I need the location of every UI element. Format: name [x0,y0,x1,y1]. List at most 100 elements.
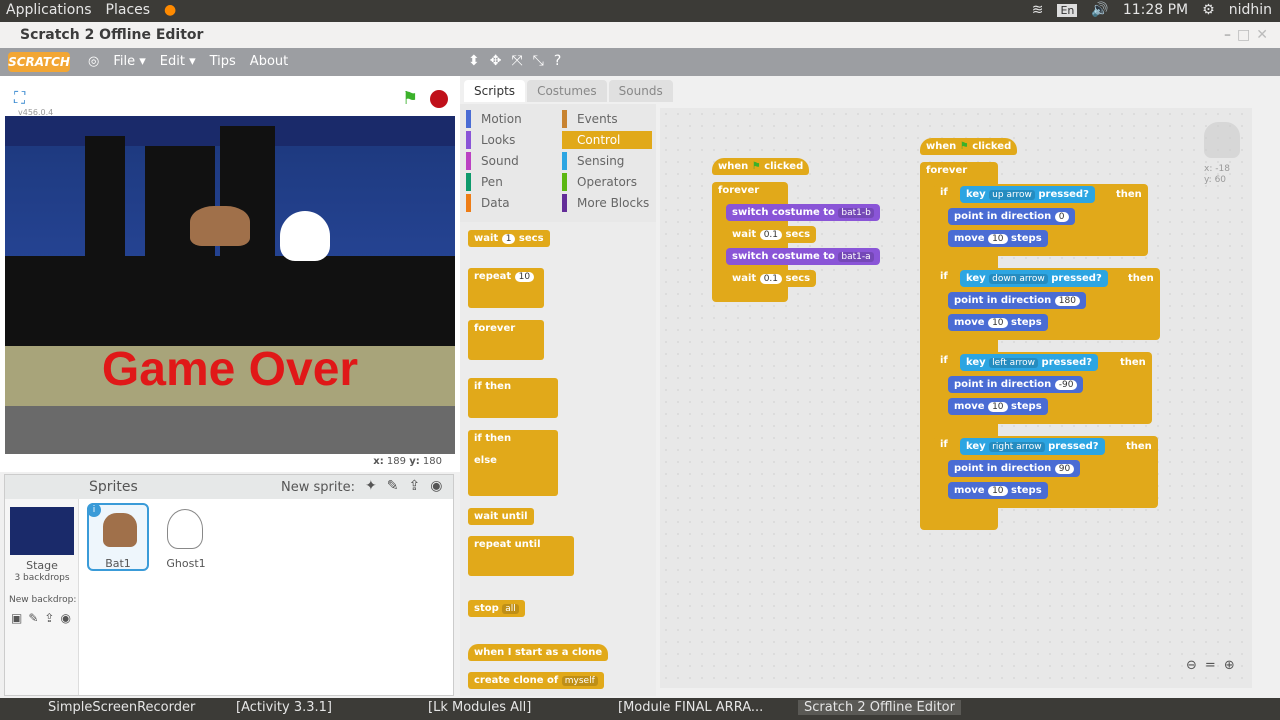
block-repeat[interactable]: repeat 10 [468,268,544,308]
block-move[interactable]: move 10 steps [948,314,1048,331]
block-when-clone[interactable]: when I start as a clone [468,644,609,661]
zoom-reset-icon[interactable]: = [1205,658,1216,673]
bat-sprite[interactable] [190,206,250,246]
tab-sounds[interactable]: Sounds [608,80,673,102]
duplicate-icon[interactable]: ⬍ [468,53,480,69]
minimize-icon[interactable]: – [1224,27,1231,43]
block-key-pressed[interactable]: key down arrow pressed? [960,270,1108,287]
applications-menu[interactable]: Applications [6,2,92,18]
sprite-tile[interactable]: i Bat1 [87,503,149,571]
choose-sprite-icon[interactable]: ✦ [365,478,377,494]
block-repeat-until[interactable]: repeat until [468,536,574,576]
category-motion[interactable]: Motion [466,110,562,128]
file-menu[interactable]: File ▾ [113,54,145,69]
block-key-pressed[interactable]: key left arrow pressed? [960,354,1099,371]
block-wait-until[interactable]: wait until [468,508,534,525]
sprite-label: Ghost1 [166,557,206,570]
block-point-direction[interactable]: point in direction 180 [948,292,1086,309]
camera-backdrop-icon[interactable]: ◉ [60,611,70,625]
category-looks[interactable]: Looks [466,131,562,149]
info-icon[interactable]: i [87,503,101,517]
scratch-logo[interactable]: SCRATCH [8,52,70,72]
tab-costumes[interactable]: Costumes [527,80,607,102]
camera-icon[interactable]: ◉ [430,478,442,494]
category-pen[interactable]: Pen [466,173,562,191]
category-data[interactable]: Data [466,194,562,212]
hat-when-flag-clicked[interactable]: when ⚑ clicked [920,138,1018,155]
block-switch-costume[interactable]: switch costume to bat1-a [726,248,880,265]
clock[interactable]: 11:28 PM [1123,2,1188,18]
help-icon[interactable]: ? [554,53,561,69]
stop-icon[interactable] [430,90,448,108]
edit-menu[interactable]: Edit ▾ [160,54,196,69]
window-titlebar: Scratch 2 Offline Editor – □ ✕ [0,22,1280,48]
fullscreen-icon[interactable]: ⛶ [14,88,25,108]
about-menu[interactable]: About [250,54,288,69]
places-menu[interactable]: Places [106,2,151,18]
block-forever[interactable]: forever [468,320,544,360]
block-move[interactable]: move 10 steps [948,398,1048,415]
block-key-pressed[interactable]: key right arrow pressed? [960,438,1105,455]
block-wait[interactable]: wait 1 secs [468,230,550,247]
category-events[interactable]: Events [562,110,652,128]
stage-panel: ⛶ v456.0.4 ⚑ Game Over x: 189 y: 180 [0,76,460,472]
block-stop[interactable]: stop all [468,600,525,617]
paint-backdrop-icon[interactable]: ✎ [28,611,38,625]
hat-when-flag-clicked[interactable]: when ⚑ clicked [712,158,810,175]
keyboard-layout[interactable]: En [1057,3,1078,17]
close-icon[interactable]: ✕ [1256,27,1268,43]
block-move[interactable]: move 10 steps [948,482,1048,499]
block-point-direction[interactable]: point in direction 90 [948,460,1081,477]
tab-scripts[interactable]: Scripts [464,80,526,102]
globe-icon[interactable]: ◎ [88,54,99,69]
then-label: then [1126,441,1152,452]
block-key-pressed[interactable]: key up arrow pressed? [960,186,1095,203]
block-wait[interactable]: wait 0.1 secs [726,226,817,243]
task-activity[interactable]: [Activity 3.3.1] [236,700,332,715]
category-sensing[interactable]: Sensing [562,152,652,170]
tips-menu[interactable]: Tips [210,54,236,69]
category-operators[interactable]: Operators [562,173,652,191]
upload-backdrop-icon[interactable]: ⇪ [44,611,54,625]
sprite-label: Bat1 [105,557,131,570]
block-create-clone[interactable]: create clone of myself [468,672,604,689]
block-if[interactable]: if then [468,378,558,418]
gear-icon[interactable]: ⚙ [1202,2,1215,18]
ghost-sprite[interactable] [280,211,330,261]
green-flag-icon: ⚑ [959,141,969,152]
grow-icon[interactable]: ⤧ [511,53,522,69]
block-point-direction[interactable]: point in direction -90 [948,376,1084,393]
block-point-direction[interactable]: point in direction 0 [948,208,1075,225]
block-wait[interactable]: wait 0.1 secs [726,270,817,287]
task-lk-modules[interactable]: [Lk Modules All] [428,700,531,715]
volume-icon[interactable]: 🔊 [1091,2,1108,18]
category-more-blocks[interactable]: More Blocks [562,194,652,212]
shrink-icon[interactable]: ⤡ [533,53,544,69]
editor-tabs: Scripts Costumes Sounds [464,80,673,102]
script-area[interactable]: x: -18 y: 60 when ⚑ clicked forever swit… [660,108,1252,688]
paint-sprite-icon[interactable]: ✎ [387,478,399,494]
task-module-final[interactable]: [Module FINAL ARRA... [618,700,763,715]
block-if-else[interactable]: if then else [468,430,558,496]
category-control[interactable]: Control [562,131,652,149]
zoom-out-icon[interactable]: ⊖ [1186,658,1197,673]
stage-canvas[interactable]: Game Over [5,116,455,454]
zoom-in-icon[interactable]: ⊕ [1224,658,1235,673]
maximize-icon[interactable]: □ [1237,27,1250,43]
wifi-icon[interactable]: ≋ [1032,2,1044,18]
sprite-tile[interactable]: Ghost1 [155,503,217,571]
top-panel: Applications Places ● ≋ En 🔊 11:28 PM ⚙ … [0,0,1280,22]
upload-sprite-icon[interactable]: ⇪ [408,478,420,494]
category-sound[interactable]: Sound [466,152,562,170]
new-backdrop-label: New backdrop: [9,595,77,605]
green-flag-icon[interactable]: ⚑ [402,88,418,109]
task-simplescreenrecorder[interactable]: SimpleScreenRecorder [48,700,195,715]
stage-thumbnail[interactable] [10,507,74,555]
delete-icon[interactable]: ✥ [490,53,502,69]
firefox-icon[interactable]: ● [164,2,176,18]
block-switch-costume[interactable]: switch costume to bat1-b [726,204,880,221]
backdrop-library-icon[interactable]: ▣ [11,611,22,625]
block-move[interactable]: move 10 steps [948,230,1048,247]
username[interactable]: nidhin [1229,2,1272,18]
task-scratch-editor[interactable]: Scratch 2 Offline Editor [798,700,961,715]
